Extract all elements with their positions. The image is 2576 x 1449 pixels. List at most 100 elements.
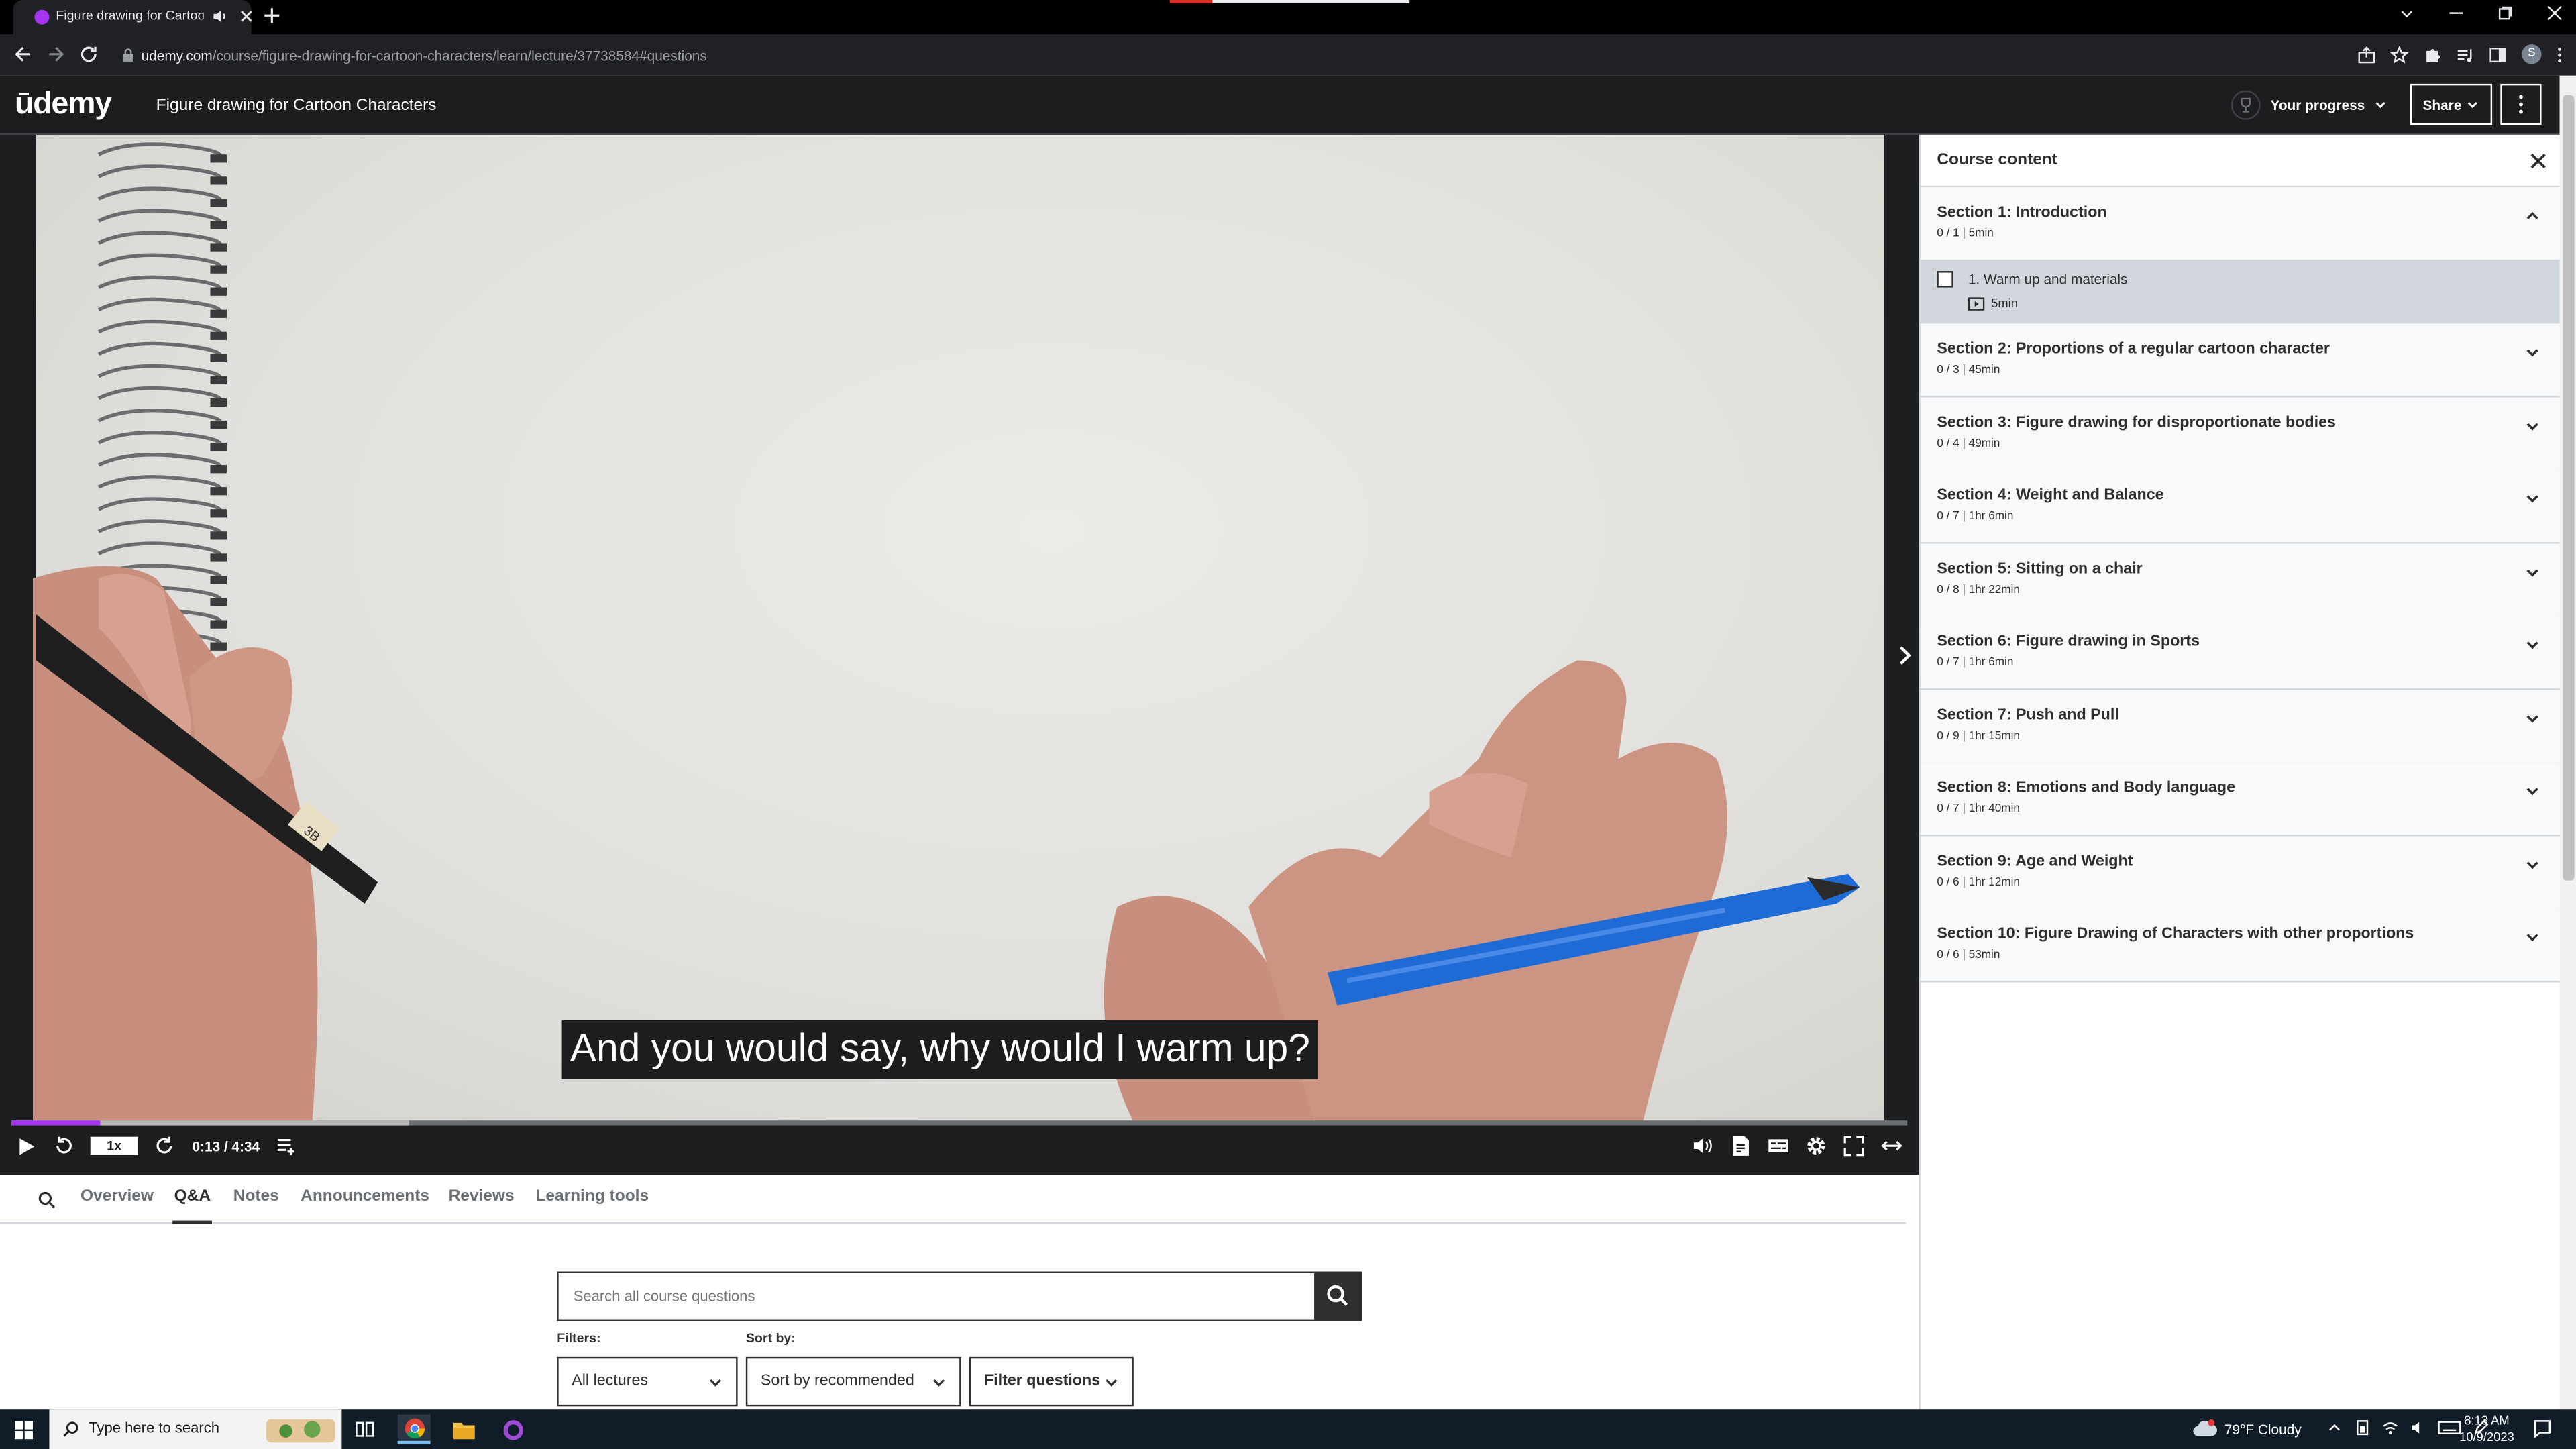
volume-tray-icon[interactable]: [2410, 1419, 2426, 1436]
qa-search-button[interactable]: [1314, 1271, 1362, 1321]
section-title: Section 5: Sitting on a chair: [1937, 560, 2143, 579]
video-player[interactable]: 3B And you would say, why would I warm u…: [0, 134, 1919, 1175]
section-header-6[interactable]: Section 6: Figure drawing in Sports 0 / 7…: [1920, 616, 2561, 690]
windows-start-icon[interactable]: [15, 1421, 33, 1440]
section-meta: 0 / 6 | 1hr 12min: [1937, 877, 2020, 889]
add-note-icon[interactable]: [276, 1135, 298, 1157]
filters-label: Filters:: [557, 1330, 601, 1346]
forward-icon[interactable]: [46, 44, 66, 64]
media-control-icon[interactable]: [2456, 45, 2474, 63]
speaker-icon[interactable]: [212, 8, 228, 24]
chevron-down-icon: [2526, 861, 2538, 869]
task-view-icon[interactable]: [348, 1415, 381, 1444]
close-window-icon[interactable]: [2546, 5, 2563, 21]
weather-widget[interactable]: 79°F Cloudy: [2192, 1419, 2302, 1438]
chevron-up-icon: [2526, 211, 2538, 219]
chrome-icon[interactable]: [397, 1414, 431, 1444]
tab-learning-tools[interactable]: Learning tools: [535, 1188, 649, 1206]
more-options-button[interactable]: [2500, 83, 2542, 125]
section-header-9[interactable]: Section 9: Age and Weight 0 / 6 | 1hr 12m…: [1920, 836, 2561, 910]
share-button[interactable]: Share: [2410, 83, 2493, 125]
section-header-2[interactable]: Section 2: Proportions of a regular cart…: [1920, 323, 2561, 398]
section-header-7[interactable]: Section 7: Push and Pull 0 / 9 | 1hr 15mi…: [1920, 690, 2561, 764]
new-tab-icon[interactable]: [263, 7, 281, 25]
seek-progress[interactable]: [11, 1120, 101, 1126]
tab-reviews[interactable]: Reviews: [449, 1188, 515, 1206]
page-scrollbar[interactable]: [2559, 75, 2576, 1410]
wifi-icon[interactable]: [2382, 1419, 2398, 1436]
transcript-icon[interactable]: [1730, 1135, 1752, 1157]
chevron-down-icon: [2526, 788, 2538, 796]
sort-dropdown[interactable]: Sort by recommended: [745, 1356, 961, 1407]
expanded-view-icon[interactable]: [1881, 1135, 1902, 1157]
section-header-3[interactable]: Section 3: Figure drawing for disproport…: [1920, 397, 2561, 472]
captions-icon[interactable]: [1768, 1135, 1789, 1157]
chevron-down-icon: [2468, 101, 2478, 108]
close-icon[interactable]: [2528, 151, 2548, 170]
taskbar-search-box[interactable]: Type here to search: [49, 1409, 342, 1449]
chevron-up-icon[interactable]: [2326, 1419, 2343, 1436]
qa-search-input[interactable]: [573, 1288, 1297, 1305]
forward-5-icon[interactable]: [154, 1135, 176, 1157]
browser-tab[interactable]: Figure drawing for Cartoon: [13, 0, 254, 35]
side-panel-icon[interactable]: [2489, 45, 2507, 63]
your-progress-button[interactable]: Your progress: [2231, 90, 2388, 120]
taskbar-clock[interactable]: 8:13 AM 10/9/2023: [2459, 1413, 2514, 1446]
browser-menu-icon[interactable]: [2557, 45, 2563, 63]
search-icon[interactable]: [38, 1191, 56, 1210]
section-header-1[interactable]: Section 1: Introduction 0 / 1 | 5min: [1920, 187, 2561, 262]
section-meta: 0 / 3 | 45min: [1937, 364, 2000, 376]
section-header-8[interactable]: Section 8: Emotions and Body language 0 /…: [1920, 762, 2561, 837]
section-title: Section 2: Proportions of a regular cart…: [1937, 339, 2330, 358]
qa-search-field[interactable]: [557, 1271, 1316, 1321]
section-header-5[interactable]: Section 5: Sitting on a chair 0 / 8 | 1hr…: [1920, 543, 2561, 618]
filter-questions-dropdown[interactable]: Filter questions: [969, 1356, 1134, 1407]
profile-avatar[interactable]: S: [2522, 44, 2542, 64]
github-desktop-icon[interactable]: [496, 1415, 529, 1444]
course-title[interactable]: Figure drawing for Cartoon Characters: [156, 97, 437, 115]
screen-share-indicator: [1212, 0, 1410, 3]
active-tab-indicator: [172, 1220, 212, 1224]
notifications-icon[interactable]: [2533, 1419, 2551, 1438]
chevron-down-icon: [2526, 423, 2538, 431]
volume-icon[interactable]: [1692, 1135, 1713, 1157]
tab-search-chevron-icon[interactable]: [2399, 5, 2415, 21]
expand-sidebar-button[interactable]: [1889, 631, 1919, 680]
share-page-icon[interactable]: [2357, 45, 2375, 63]
search-icon: [63, 1421, 78, 1437]
nav-buttons: [13, 44, 99, 64]
video-frame-hands: 3B: [32, 566, 1860, 1122]
restore-icon[interactable]: [2497, 5, 2513, 21]
address-bar[interactable]: udemy.com/course/figure-drawing-for-cart…: [118, 41, 2303, 69]
lecture-checkbox[interactable]: [1937, 271, 1953, 288]
close-tab-icon[interactable]: [238, 8, 254, 24]
lecture-item[interactable]: 1. Warm up and materials 5min: [1920, 261, 2561, 324]
playback-speed-button[interactable]: 1x: [90, 1136, 138, 1155]
minimize-icon[interactable]: [2448, 5, 2464, 21]
section-header-4[interactable]: Section 4: Weight and Balance 0 / 7 | 1hr…: [1920, 470, 2561, 544]
rewind-5-icon[interactable]: [52, 1135, 74, 1157]
scrollbar-thumb[interactable]: [2563, 95, 2575, 881]
udemy-logo[interactable]: ūdemy: [15, 87, 112, 123]
fullscreen-icon[interactable]: [1843, 1135, 1865, 1157]
battery-icon[interactable]: [2354, 1419, 2370, 1436]
tab-overview[interactable]: Overview: [80, 1188, 154, 1206]
extensions-puzzle-icon[interactable]: [2423, 45, 2441, 63]
section-title: Section 6: Figure drawing in Sports: [1937, 632, 2200, 651]
back-icon[interactable]: [13, 44, 33, 64]
lectures-filter-dropdown[interactable]: All lectures: [557, 1356, 738, 1407]
file-explorer-icon[interactable]: [447, 1415, 480, 1444]
section-header-10[interactable]: Section 10: Figure Drawing of Characters…: [1920, 908, 2561, 983]
section-meta: 0 / 8 | 1hr 22min: [1937, 584, 2020, 596]
section-meta: 0 / 9 | 1hr 15min: [1937, 731, 2020, 743]
section-meta: 0 / 7 | 1hr 6min: [1937, 657, 2014, 669]
lock-icon[interactable]: [121, 48, 135, 62]
reload-icon[interactable]: [79, 44, 99, 64]
settings-gear-icon[interactable]: [1805, 1135, 1827, 1157]
tab-notes[interactable]: Notes: [233, 1188, 279, 1206]
play-icon[interactable]: [16, 1136, 36, 1155]
keyboard-icon[interactable]: [2438, 1419, 2461, 1436]
tab-announcements[interactable]: Announcements: [301, 1188, 429, 1206]
bookmark-star-icon[interactable]: [2390, 45, 2409, 63]
tab-q-a[interactable]: Q&A: [174, 1188, 211, 1206]
